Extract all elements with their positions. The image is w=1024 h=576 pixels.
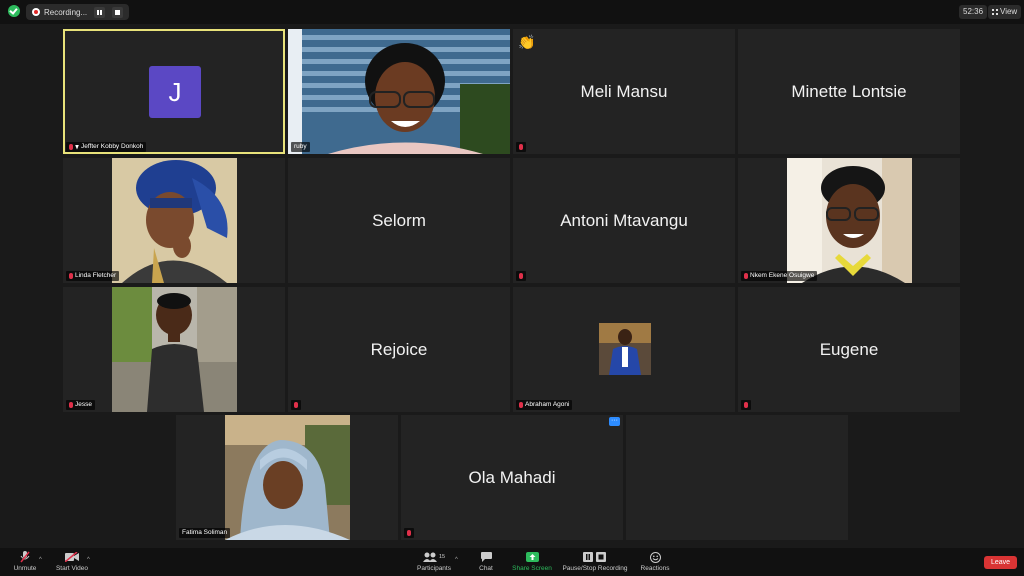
- meeting-toolbar: Unmute ^ Start Video ^ 15 Participants ^…: [0, 548, 1024, 576]
- stop-recording-icon[interactable]: [112, 6, 124, 18]
- participant-tile-linda[interactable]: Linda Fletcher: [63, 158, 285, 283]
- recording-indicator: Recording...: [26, 4, 130, 20]
- participant-avatar-photo: [599, 323, 651, 375]
- participant-tile-ola[interactable]: Ola Mahadi ···: [401, 415, 623, 540]
- participant-display-name: Eugene: [819, 339, 879, 359]
- start-video-label: Start Video: [55, 565, 89, 572]
- reactions-button[interactable]: Reactions: [638, 551, 672, 572]
- participant-name: ruby: [294, 143, 307, 150]
- share-screen-icon: [508, 551, 556, 563]
- participants-icon: 15: [412, 551, 456, 563]
- participant-name-tag: [741, 400, 751, 410]
- unmute-label: Unmute: [13, 565, 37, 572]
- participant-name-tag: Fatima Soliman: [179, 528, 231, 538]
- mic-muted-icon: [69, 144, 73, 150]
- participant-video: [225, 415, 350, 540]
- participant-name: Fatima Soliman: [182, 529, 228, 536]
- pause-stop-recording-label: Pause/Stop Recording: [562, 565, 628, 572]
- participant-tile-minette[interactable]: Minette Lontsie: [738, 29, 960, 154]
- mic-muted-icon: [69, 273, 73, 279]
- unmute-button[interactable]: Unmute: [10, 551, 40, 572]
- recording-label: Recording...: [44, 7, 88, 17]
- mic-muted-icon: [744, 273, 748, 279]
- meeting-timer: 52:36: [959, 5, 988, 19]
- participant-name-tag: [291, 400, 301, 410]
- participant-name: Linda Fletcher: [75, 272, 117, 279]
- participant-tile-fatima[interactable]: Fatima Soliman: [176, 415, 398, 540]
- pause-recording-icon[interactable]: [94, 6, 106, 18]
- participant-display-name: Meli Mansu: [580, 81, 668, 101]
- chat-icon: [472, 551, 500, 563]
- participants-count: 15: [438, 554, 446, 560]
- share-screen-label: Share Screen: [512, 565, 552, 572]
- participant-tile-antoni[interactable]: Antoni Mtavangu: [513, 158, 735, 283]
- participant-name-tag: [516, 142, 526, 152]
- reactions-label: Reactions: [640, 565, 670, 572]
- video-options-caret-icon[interactable]: ^: [87, 557, 90, 563]
- chat-label: Chat: [479, 565, 493, 572]
- mic-muted-icon: [519, 402, 523, 408]
- recording-dot-icon: [32, 8, 40, 16]
- participant-video: [288, 29, 510, 154]
- participant-tile-rejoice[interactable]: Rejoice: [288, 287, 510, 412]
- participant-display-name: Rejoice: [370, 339, 428, 359]
- pause-stop-recording-icon: [560, 551, 630, 563]
- participant-tile-abraham[interactable]: Abraham Agoni: [513, 287, 735, 412]
- participant-name-tag: [404, 528, 414, 538]
- leave-button[interactable]: Leave: [984, 556, 1017, 569]
- participant-name-tag: ruby: [291, 142, 310, 152]
- pin-icon: [75, 144, 79, 150]
- participant-tile-ruby[interactable]: ruby: [288, 29, 510, 154]
- mic-muted-icon: [744, 402, 748, 408]
- audio-options-caret-icon[interactable]: ^: [39, 557, 42, 563]
- view-label: View: [1000, 7, 1018, 16]
- mic-muted-icon: [407, 530, 411, 536]
- more-options-button[interactable]: ···: [609, 417, 620, 426]
- participant-tile-jesse[interactable]: Jesse: [63, 287, 285, 412]
- participant-tile-jeffter[interactable]: J Jeffter Kobby Donkoh: [63, 29, 285, 154]
- mic-muted-icon: [10, 551, 40, 563]
- clap-reaction-icon: 👏: [518, 34, 536, 50]
- participant-display-name: Minette Lontsie: [791, 81, 907, 101]
- participant-name-tag: Abraham Agoni: [516, 400, 573, 410]
- security-shield-icon[interactable]: [8, 5, 20, 17]
- participant-name: Jesse: [75, 401, 92, 408]
- participant-name-tag: Linda Fletcher: [66, 271, 120, 281]
- participant-name-tag: Nkem Ekene Osuigwe: [741, 271, 818, 281]
- participant-display-name: Antoni Mtavangu: [560, 210, 688, 230]
- participant-display-name: Ola Mahadi: [468, 467, 556, 487]
- participant-name: Abraham Agoni: [525, 401, 570, 408]
- start-video-button[interactable]: Start Video: [52, 551, 92, 572]
- participant-tile-eugene[interactable]: Eugene: [738, 287, 960, 412]
- participant-tile-meli[interactable]: 👏 Meli Mansu: [513, 29, 735, 154]
- participants-button[interactable]: 15 Participants: [412, 551, 456, 572]
- participant-name-tag: [516, 271, 526, 281]
- participants-label: Participants: [417, 565, 451, 572]
- mic-muted-icon: [69, 402, 73, 408]
- video-off-icon: [52, 551, 92, 563]
- pause-stop-recording-button[interactable]: Pause/Stop Recording: [560, 551, 630, 572]
- grid-view-icon: [992, 9, 998, 15]
- participant-name: Jeffter Kobby Donkoh: [81, 143, 144, 150]
- participant-tile-nkem[interactable]: Nkem Ekene Osuigwe: [738, 158, 960, 283]
- empty-tile: [626, 415, 848, 540]
- participant-video: [112, 158, 237, 283]
- avatar: J: [149, 66, 201, 118]
- reactions-smiley-icon: [638, 551, 672, 563]
- participant-video: [787, 158, 912, 283]
- share-screen-button[interactable]: Share Screen: [508, 551, 556, 572]
- participant-name-tag: Jesse: [66, 400, 95, 410]
- top-bar: Recording... 52:36 View: [0, 0, 1024, 24]
- view-button[interactable]: View: [988, 5, 1022, 19]
- participant-name: Nkem Ekene Osuigwe: [750, 272, 815, 279]
- chat-button[interactable]: Chat: [472, 551, 500, 572]
- mic-muted-icon: [519, 144, 523, 150]
- participant-display-name: Selorm: [372, 210, 426, 230]
- participant-tile-selorm[interactable]: Selorm: [288, 158, 510, 283]
- mic-muted-icon: [519, 273, 523, 279]
- participant-name-tag: Jeffter Kobby Donkoh: [66, 142, 147, 152]
- participant-video: [112, 287, 237, 412]
- mic-muted-icon: [294, 402, 298, 408]
- participants-options-caret-icon[interactable]: ^: [455, 557, 458, 563]
